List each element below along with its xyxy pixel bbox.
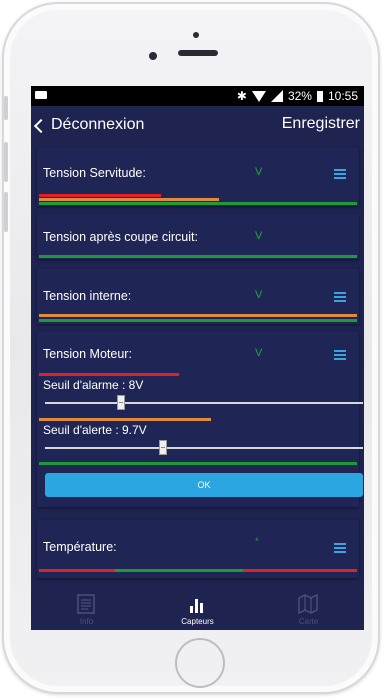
alarm-threshold-bar xyxy=(39,194,161,197)
settings-sliders-icon[interactable] xyxy=(334,543,346,553)
voltage-level-bar xyxy=(39,255,357,258)
home-button[interactable] xyxy=(175,638,225,688)
tab-label: Carte xyxy=(298,617,319,626)
alarm-slider-thumb[interactable] xyxy=(117,395,125,410)
card-title: Température: xyxy=(43,540,117,554)
high-temperature-bar xyxy=(243,569,357,572)
status-bar: ✱ 32% 10:55 xyxy=(31,86,364,106)
voltage-value: V xyxy=(255,289,263,301)
card-title: Tension interne: xyxy=(43,289,132,303)
card-tension-moteur: Tension Moteur: V Seuil d'alarme : 8V Se… xyxy=(37,332,363,507)
voltage-level-bar xyxy=(39,319,357,322)
card-title: Tension Servitude: xyxy=(43,166,146,180)
normal-temperature-bar xyxy=(115,569,243,572)
info-document-icon xyxy=(77,594,95,614)
alarm-threshold-slider[interactable] xyxy=(45,395,363,410)
low-temperature-bar xyxy=(39,569,115,572)
tab-carte[interactable]: Carte xyxy=(253,590,364,630)
alert-threshold-bar xyxy=(39,418,211,421)
battery-icon xyxy=(316,90,323,102)
tab-capteurs[interactable]: Capteurs xyxy=(142,590,253,630)
bluetooth-icon: ✱ xyxy=(236,89,247,103)
back-button[interactable]: Déconnexion xyxy=(33,116,145,134)
volume-down-button xyxy=(4,192,8,232)
voltage-value: V xyxy=(255,347,263,359)
alarm-threshold-label: Seuil d'alarme : 8V xyxy=(43,378,144,392)
battery-percent: 32% xyxy=(287,89,312,103)
notification-icon xyxy=(35,91,47,99)
alarm-threshold-bar xyxy=(39,373,179,376)
save-button[interactable]: Enregistrer xyxy=(282,115,360,133)
bar-chart-icon xyxy=(190,599,203,613)
card-title: Tension Moteur: xyxy=(43,347,132,361)
card-tension-interne: Tension interne: V xyxy=(37,269,359,324)
clock: 10:55 xyxy=(327,89,358,103)
map-icon xyxy=(298,593,318,615)
alert-threshold-bar xyxy=(39,198,219,201)
card-tension-coupe-circuit: Tension après coupe circuit: V xyxy=(37,214,359,259)
earpiece-speaker xyxy=(178,50,218,56)
nav-bar: Déconnexion Enregistrer xyxy=(31,106,364,146)
chevron-left-icon xyxy=(33,118,49,133)
bottom-tab-bar: Info Capteurs Carte xyxy=(31,590,364,630)
alert-slider-thumb[interactable] xyxy=(159,440,167,455)
wifi-icon xyxy=(251,91,266,102)
card-tension-servitude: Tension Servitude: V xyxy=(37,148,359,206)
volume-up-button xyxy=(4,142,8,182)
proximity-sensor xyxy=(193,32,199,38)
ok-button[interactable]: OK xyxy=(45,473,363,497)
tab-label: Capteurs xyxy=(181,617,214,626)
app-screen: ✱ 32% 10:55 Déconnexion Enregistrer Tens… xyxy=(31,86,364,630)
back-label: Déconnexion xyxy=(51,116,145,133)
front-camera xyxy=(149,52,157,60)
alert-threshold-label: Seuil d'alerte : 9.7V xyxy=(43,423,147,437)
mute-switch xyxy=(4,96,8,120)
alert-threshold-bar xyxy=(39,314,357,317)
temperature-value: * xyxy=(255,536,259,546)
settings-sliders-icon[interactable] xyxy=(334,169,346,179)
voltage-level-bar xyxy=(39,462,357,465)
voltage-value: V xyxy=(255,166,263,178)
voltage-value: V xyxy=(255,230,263,242)
settings-sliders-icon[interactable] xyxy=(334,350,346,360)
tab-info[interactable]: Info xyxy=(31,590,142,630)
alert-threshold-slider[interactable] xyxy=(45,440,363,455)
signal-icon xyxy=(270,90,283,102)
card-temperature: Température: * xyxy=(37,520,359,578)
settings-sliders-icon[interactable] xyxy=(334,292,346,302)
card-title: Tension après coupe circuit: xyxy=(43,230,198,244)
voltage-level-bar xyxy=(39,202,357,205)
tab-label: Info xyxy=(79,617,94,626)
